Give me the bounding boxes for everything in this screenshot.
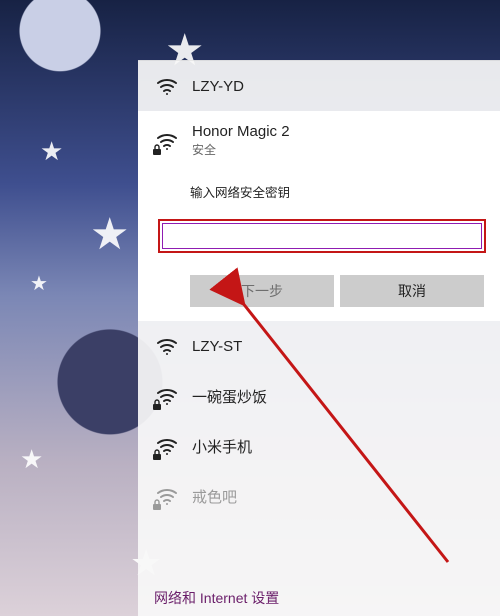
wifi-signal-secured-icon: [154, 128, 180, 154]
wifi-network-name: 戒色吧: [192, 486, 237, 507]
next-button[interactable]: 下一步: [190, 275, 334, 307]
wifi-network-item-expanded: Honor Magic 2 安全 输入网络安全密钥 下一步 取消: [138, 111, 500, 321]
wifi-signal-secured-icon: [154, 483, 180, 509]
wifi-signal-icon: [154, 333, 180, 359]
star-decoration: ★: [20, 444, 43, 475]
lock-icon: [151, 449, 163, 461]
wifi-flyout-panel: LZY-YD Honor Magic 2 安全 输入网络安全密钥 下一步 取消: [138, 60, 500, 616]
lock-icon: [151, 499, 163, 511]
wifi-signal-secured-icon: [154, 383, 180, 409]
wifi-network-name: LZY-ST: [192, 338, 242, 355]
wifi-network-list: LZY-YD Honor Magic 2 安全 输入网络安全密钥 下一步 取消: [138, 61, 500, 576]
password-prompt-label: 输入网络安全密钥: [190, 182, 484, 201]
wifi-security-label: 安全: [192, 141, 290, 158]
password-input-highlight: [158, 219, 486, 253]
next-button-label: 下一步: [241, 281, 283, 301]
wifi-network-item[interactable]: LZY-YD: [138, 61, 500, 111]
wifi-network-name: Honor Magic 2: [192, 123, 290, 140]
wifi-signal-secured-icon: [154, 433, 180, 459]
wifi-network-name: 一碗蛋炒饭: [192, 386, 267, 407]
network-settings-link[interactable]: 网络和 Internet 设置: [138, 576, 500, 616]
lock-icon: [151, 399, 163, 411]
network-settings-link-label: 网络和 Internet 设置: [154, 590, 279, 606]
wifi-network-item[interactable]: LZY-ST: [138, 321, 500, 371]
wifi-network-header[interactable]: Honor Magic 2 安全: [154, 123, 484, 158]
wifi-network-item[interactable]: 小米手机: [138, 421, 500, 471]
wifi-network-item[interactable]: 戒色吧: [138, 471, 500, 521]
cancel-button-label: 取消: [398, 281, 426, 301]
lock-icon: [151, 144, 163, 156]
password-input[interactable]: [170, 227, 478, 247]
wifi-network-name: LZY-YD: [192, 78, 244, 95]
cancel-button[interactable]: 取消: [340, 275, 484, 307]
wifi-network-name: 小米手机: [192, 436, 252, 457]
wifi-network-item[interactable]: 一碗蛋炒饭: [138, 371, 500, 421]
star-decoration: ★: [40, 136, 63, 167]
star-decoration: ★: [30, 271, 48, 296]
star-decoration: ★: [90, 209, 129, 260]
wifi-signal-icon: [154, 73, 180, 99]
